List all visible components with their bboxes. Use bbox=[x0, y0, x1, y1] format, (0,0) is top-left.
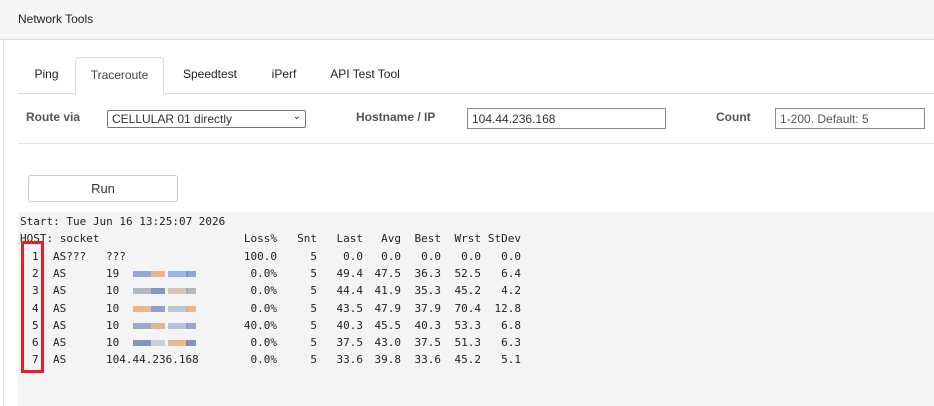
start-line: Start: Tue Jun 16 13:25:07 2026 bbox=[20, 215, 226, 228]
redacted-text bbox=[151, 322, 165, 329]
hostname-label: Hostname / IP bbox=[356, 110, 436, 124]
hop-host: 10 bbox=[106, 318, 120, 332]
redacted-text bbox=[168, 340, 188, 346]
redacted-text bbox=[151, 305, 165, 312]
hop-number: 6. bbox=[32, 336, 46, 349]
tab-speedtest[interactable]: Speedtest bbox=[174, 57, 246, 93]
route-via-label: Route via bbox=[26, 110, 81, 124]
hop-stdev: 6.8 bbox=[501, 318, 521, 332]
hop-host: 10 bbox=[106, 301, 120, 315]
hop-as: AS bbox=[53, 284, 67, 298]
traceroute-output: Start: Tue Jun 16 13:25:07 2026 HOST: so… bbox=[18, 212, 934, 406]
tab-bar: Ping Traceroute Speedtest iPerf API Test… bbox=[18, 57, 934, 94]
redacted-text bbox=[168, 271, 188, 278]
count-input[interactable] bbox=[775, 108, 925, 129]
hop-number: 5. bbox=[32, 318, 46, 332]
hop-stdev: 6.4 bbox=[501, 267, 521, 281]
hop-number: 3. bbox=[32, 284, 46, 298]
run-button[interactable]: Run bbox=[28, 175, 178, 202]
hop-number: 7. bbox=[32, 353, 46, 367]
redacted-text bbox=[168, 322, 188, 329]
hop-as: AS bbox=[53, 318, 67, 332]
redacted-text bbox=[186, 322, 196, 329]
redacted-text bbox=[186, 271, 196, 278]
hop-host: ??? bbox=[106, 250, 126, 263]
hop-number: 2. bbox=[32, 267, 46, 281]
hop-stdev: 0.0 bbox=[501, 250, 521, 263]
redacted-text bbox=[168, 288, 188, 295]
hop-host: 10 bbox=[106, 284, 120, 298]
tab-iperf[interactable]: iPerf bbox=[262, 57, 306, 93]
hop-host: 10 bbox=[106, 336, 120, 349]
redacted-text bbox=[151, 271, 165, 278]
redacted-text bbox=[133, 271, 151, 278]
hop-stdev: 6.3 bbox=[501, 336, 521, 349]
redacted-text bbox=[133, 322, 151, 329]
redacted-text bbox=[151, 288, 165, 295]
redacted-text bbox=[133, 288, 151, 295]
redacted-text bbox=[133, 305, 151, 312]
hop-as: AS bbox=[53, 301, 67, 315]
hop-as: AS bbox=[53, 267, 67, 281]
column-header-stdev: StDev bbox=[487, 232, 521, 245]
hop-number: 1. bbox=[32, 250, 46, 263]
hop-as: AS??? bbox=[53, 250, 87, 263]
redacted-text bbox=[133, 340, 151, 346]
count-label: Count bbox=[716, 110, 751, 124]
traceroute-form: Route via CELLULAR 01 directly ⌄ Hostnam… bbox=[18, 94, 934, 144]
redacted-text bbox=[186, 305, 196, 312]
redacted-text bbox=[151, 340, 165, 346]
tab-ping[interactable]: Ping bbox=[18, 57, 75, 93]
chevron-down-icon: ⌄ bbox=[292, 111, 301, 122]
host-line: HOST: socket bbox=[20, 232, 100, 245]
hop-as: AS bbox=[53, 353, 67, 367]
route-via-value: CELLULAR 01 directly bbox=[112, 112, 233, 126]
app-title: Network Tools bbox=[18, 12, 94, 26]
redacted-text bbox=[186, 340, 196, 346]
redacted-text bbox=[186, 288, 196, 295]
route-via-select[interactable]: CELLULAR 01 directly ⌄ bbox=[107, 110, 306, 128]
tab-traceroute[interactable]: Traceroute bbox=[75, 57, 164, 94]
tab-api-test-tool[interactable]: API Test Tool bbox=[322, 57, 408, 93]
left-border bbox=[3, 40, 4, 406]
hop-stdev: 4.2 bbox=[501, 284, 521, 298]
app-header: Network Tools bbox=[0, 0, 934, 40]
hop-stdev: 5.1 bbox=[501, 353, 521, 367]
hop-stdev: 12.8 bbox=[494, 301, 522, 315]
redacted-text bbox=[168, 305, 188, 312]
hop-host: 19 bbox=[106, 267, 120, 281]
hop-number: 4. bbox=[32, 301, 46, 315]
hop-as: AS bbox=[53, 336, 67, 349]
hostname-input[interactable] bbox=[467, 108, 666, 129]
hop-host: 104.44.236.168 bbox=[106, 353, 199, 367]
